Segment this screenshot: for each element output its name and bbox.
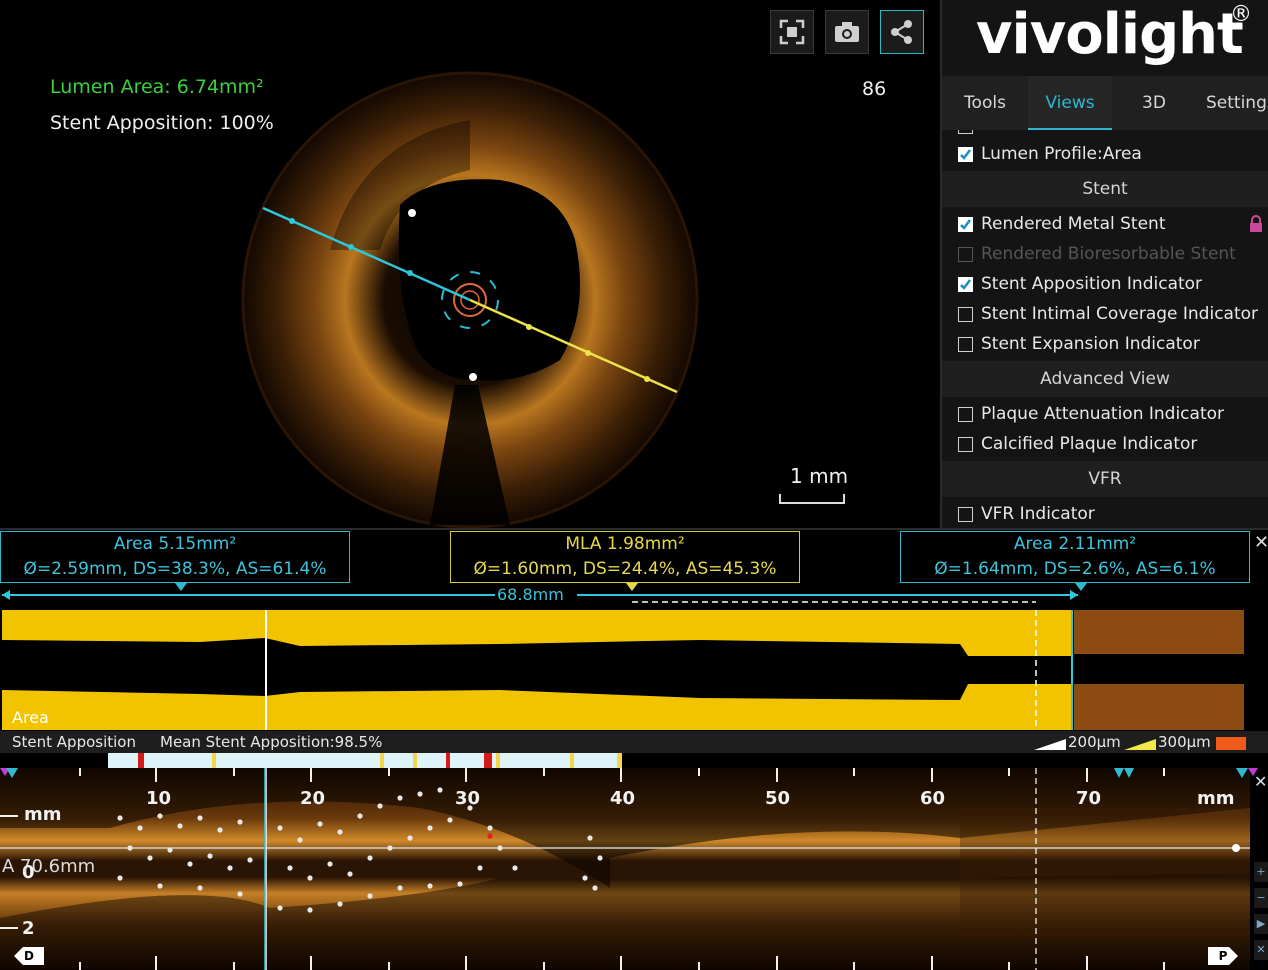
zoom-out-icon[interactable]: − bbox=[1254, 888, 1268, 908]
unit-label-left: mm bbox=[24, 804, 62, 825]
section-stent: Stent bbox=[942, 171, 1268, 207]
stent-expansion-checkbox[interactable] bbox=[958, 336, 973, 352]
panel-tabs: Tools Views 3D Settings bbox=[942, 76, 1268, 130]
area-profile-proximal bbox=[1074, 610, 1244, 654]
lumen-profile-checkbox[interactable] bbox=[958, 146, 973, 162]
views-panel: vivolight ® Tools Views 3D Settings Lume… bbox=[940, 0, 1268, 528]
vfr-indicator-checkbox[interactable] bbox=[958, 506, 973, 522]
area-profile-graph[interactable] bbox=[0, 610, 1268, 730]
fullscreen-icon bbox=[779, 19, 805, 45]
stent-intimal-coverage-checkbox[interactable] bbox=[958, 306, 973, 322]
tick-label-50: 50 bbox=[765, 788, 791, 809]
lumen-area-readout: Lumen Area: 6.74mm² bbox=[50, 76, 264, 98]
legend-300um: 300µm bbox=[1158, 733, 1211, 751]
fullscreen-button[interactable] bbox=[770, 10, 814, 54]
legend-200um: 200µm bbox=[1068, 733, 1121, 751]
tick-label-70: 70 bbox=[1076, 788, 1102, 809]
tick-label-30: 30 bbox=[455, 788, 481, 809]
plaque-attenuation-checkbox[interactable] bbox=[958, 406, 973, 422]
stent-intimal-coverage-label: Stent Intimal Coverage Indicator bbox=[981, 304, 1259, 324]
measurement-mla[interactable]: MLA 1.98mm² Ø=1.60mm, DS=24.4%, AS=45.3% bbox=[450, 531, 800, 583]
area-profile[interactable] bbox=[0, 610, 1268, 730]
scrolled-checkbox-edge bbox=[958, 130, 973, 134]
registered-mark: ® bbox=[1230, 2, 1252, 27]
tab-3d[interactable]: 3D bbox=[1112, 76, 1196, 130]
measurement-right-detail: Ø=1.64mm, DS=2.6%, AS=6.1% bbox=[934, 559, 1216, 579]
tab-views[interactable]: Views bbox=[1028, 76, 1112, 130]
cursor-position-label: A 70.6mm bbox=[2, 856, 96, 877]
length-label: 68.8mm bbox=[497, 585, 564, 604]
scale-bar bbox=[779, 494, 845, 504]
rendered-bioresorbable-stent-label: Rendered Bioresorbable Stent bbox=[981, 244, 1236, 264]
tick-label-40: 40 bbox=[610, 788, 636, 809]
stent-apposition-indicator-checkbox[interactable] bbox=[958, 276, 973, 292]
plaque-attenuation-label: Plaque Attenuation Indicator bbox=[981, 404, 1224, 424]
apposition-color-strip bbox=[108, 753, 622, 769]
tab-settings[interactable]: Settings bbox=[1196, 76, 1268, 130]
stent-intimal-coverage-row[interactable]: Stent Intimal Coverage Indicator bbox=[942, 299, 1268, 329]
tick-label-10: 10 bbox=[146, 788, 172, 809]
rendered-bioresorbable-stent-row: Rendered Bioresorbable Stent bbox=[942, 239, 1268, 269]
calcified-plaque-row[interactable]: Calcified Plaque Indicator bbox=[942, 429, 1268, 459]
reset-icon[interactable]: ✕ bbox=[1254, 940, 1268, 960]
stent-strut bbox=[469, 373, 477, 381]
tab-tools[interactable]: Tools bbox=[942, 76, 1028, 130]
stent-apposition-title: Stent Apposition bbox=[12, 733, 136, 751]
section-advanced-view: Advanced View bbox=[942, 361, 1268, 397]
stent-apposition-indicator-row[interactable]: Stent Apposition Indicator bbox=[942, 269, 1268, 299]
share-button[interactable] bbox=[880, 10, 924, 54]
legend-300um-swatch bbox=[1216, 737, 1246, 750]
rendered-bioresorbable-stent-checkbox bbox=[958, 246, 973, 262]
measurement-left-title: Area 5.15mm² bbox=[113, 534, 237, 554]
depth-label-2: 2 bbox=[22, 918, 35, 939]
oct-cross-section-viewer[interactable]: Lumen Area: 6.74mm² Stent Apposition: 10… bbox=[0, 0, 940, 528]
stent-expansion-label: Stent Expansion Indicator bbox=[981, 334, 1200, 354]
tick-label-20: 20 bbox=[300, 788, 326, 809]
rendered-metal-stent-label: Rendered Metal Stent bbox=[981, 214, 1166, 234]
measurement-left-detail: Ø=2.59mm, DS=38.3%, AS=61.4% bbox=[23, 559, 327, 579]
share-icon bbox=[891, 20, 912, 44]
snapshot-button[interactable] bbox=[825, 10, 869, 54]
stent-apposition-indicator-label: Stent Apposition Indicator bbox=[981, 274, 1203, 294]
vivolight-logo: vivolight bbox=[976, 2, 1244, 67]
plaque-attenuation-row[interactable]: Plaque Attenuation Indicator bbox=[942, 399, 1268, 429]
lock-icon[interactable] bbox=[1248, 215, 1264, 233]
calcified-plaque-label: Calcified Plaque Indicator bbox=[981, 434, 1198, 454]
vfr-indicator-row[interactable]: VFR Indicator bbox=[942, 499, 1268, 528]
calcified-plaque-checkbox[interactable] bbox=[958, 436, 973, 452]
measurement-left[interactable]: Area 5.15mm² Ø=2.59mm, DS=38.3%, AS=61.4… bbox=[0, 531, 350, 583]
camera-icon bbox=[835, 22, 859, 42]
measurement-mla-title: MLA 1.98mm² bbox=[565, 534, 685, 554]
play-icon[interactable]: ▶ bbox=[1254, 914, 1268, 934]
measurement-right-title: Area 2.11mm² bbox=[1013, 534, 1137, 554]
tick-label-60: 60 bbox=[920, 788, 946, 809]
frame-number: 86 bbox=[862, 78, 887, 100]
vfr-indicator-label: VFR Indicator bbox=[981, 504, 1095, 524]
rendered-metal-stent-row[interactable]: Rendered Metal Stent bbox=[942, 209, 1268, 239]
stent-expansion-row[interactable]: Stent Expansion Indicator bbox=[942, 329, 1268, 359]
close-icon[interactable]: ✕ bbox=[1254, 532, 1268, 553]
length-indicator bbox=[2, 583, 1087, 603]
measurement-right[interactable]: Area 2.11mm² Ø=1.64mm, DS=2.6%, AS=6.1% bbox=[900, 531, 1250, 583]
rendered-metal-stent-checkbox[interactable] bbox=[958, 216, 973, 232]
zoom-in-icon[interactable]: + bbox=[1254, 862, 1268, 882]
lumen-profile-label: Lumen Profile:Area bbox=[981, 144, 1142, 164]
lumen-profile-row[interactable]: Lumen Profile:Area bbox=[942, 139, 1268, 169]
stent-strut bbox=[408, 209, 416, 217]
unit-label-right: mm bbox=[1197, 788, 1235, 809]
long-view-close-icon[interactable]: ✕ bbox=[1254, 772, 1267, 791]
section-vfr: VFR bbox=[942, 461, 1268, 497]
area-profile-label: Area bbox=[12, 708, 49, 727]
scale-label: 1 mm bbox=[790, 464, 849, 488]
measurement-mla-detail: Ø=1.60mm, DS=24.4%, AS=45.3% bbox=[473, 559, 777, 579]
mean-stent-apposition: Mean Stent Apposition:98.5% bbox=[160, 733, 383, 751]
stent-apposition-readout: Stent Apposition: 100% bbox=[50, 112, 274, 134]
